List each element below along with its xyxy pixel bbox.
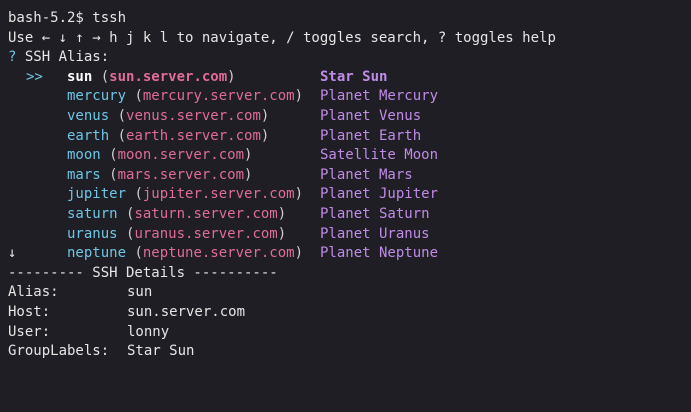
detail-key: User: [8, 323, 51, 340]
host-alias-name: jupiter [67, 186, 127, 203]
paren-close: ) [277, 225, 287, 242]
scroll-down-arrow-icon: ↓ [8, 245, 17, 262]
host-address: sun.server.com [109, 68, 228, 85]
shell-prompt-line: bash-5.2$ tssh [8, 10, 127, 26]
host-address: venus.server.com [126, 107, 261, 124]
paren-open: ( [92, 68, 110, 85]
host-alias-name: uranus [67, 225, 118, 242]
paren-open: ( [100, 166, 118, 183]
host-alias-name: saturn [67, 205, 118, 222]
host-alias-name: earth [67, 127, 110, 144]
detail-value: sun.server.com [127, 303, 246, 320]
host-group-label: Planet Venus [320, 107, 422, 124]
host-address: jupiter.server.com [142, 186, 295, 203]
host-address: saturn.server.com [134, 205, 278, 222]
host-address: moon.server.com [117, 147, 245, 164]
paren-open: ( [109, 127, 127, 144]
host-list-item[interactable]: saturn (saturn.server.com) Planet Saturn [8, 205, 691, 225]
host-address: mercury.server.com [142, 88, 295, 105]
host-address: uranus.server.com [134, 225, 278, 242]
host-list-item[interactable]: >> sun (sun.server.com) Star Sun [8, 68, 691, 88]
paren-close: ) [260, 107, 270, 124]
details-panel: Alias: sun Host: sun.server.com User: lonny Gr… [8, 283, 691, 361]
paren-close: ) [294, 186, 304, 203]
host-alias-cell: sun (sun.server.com) [67, 68, 236, 88]
host-list-item[interactable]: mercury (mercury.server.com) Planet Mercu… [8, 87, 691, 107]
detail-key: GroupLabels: [8, 343, 110, 360]
host-group-label: Planet Saturn [320, 205, 430, 222]
host-alias-cell: jupiter (jupiter.server.com) [67, 185, 303, 205]
host-list-item[interactable]: earth (earth.server.com) Planet Earth [8, 127, 691, 147]
detail-value: Star Sun [127, 343, 195, 360]
detail-key: Host: [8, 303, 51, 320]
host-group-label: Star Sun [320, 68, 388, 85]
terminal-window[interactable]: bash-5.2$ tssh Use ← ↓ ↑ → h j k l to na… [0, 0, 691, 412]
paren-open: ( [126, 245, 143, 262]
host-list-item[interactable]: jupiter (jupiter.server.com) Planet Jupit… [8, 185, 691, 205]
detail-row: User: lonny [8, 323, 691, 343]
paren-close: ) [260, 127, 270, 144]
host-group-label: Planet Jupiter [320, 186, 439, 203]
host-group-label: Planet Earth [320, 127, 422, 144]
paren-close: ) [294, 245, 304, 262]
paren-open: ( [117, 205, 135, 222]
host-alias-cell: moon (moon.server.com) [67, 146, 252, 166]
host-address: neptune.server.com [142, 245, 295, 262]
host-alias-name: moon [67, 147, 101, 164]
paren-close: ) [244, 166, 253, 183]
paren-open: ( [100, 147, 118, 164]
host-address: mars.server.com [117, 166, 245, 183]
paren-close: ) [227, 68, 236, 85]
host-group-label: Satellite Moon [320, 147, 439, 164]
paren-close: ) [244, 147, 253, 164]
host-list-item[interactable]: mars (mars.server.com) Planet Mars [8, 166, 691, 186]
paren-open: ( [109, 107, 127, 124]
host-alias-cell: mars (mars.server.com) [67, 166, 252, 186]
host-list-item[interactable]: ↓ neptune (neptune.server.com) Planet Nept… [8, 244, 691, 264]
host-alias-cell: uranus (uranus.server.com) [67, 225, 286, 245]
selection-cursor-icon: >> [26, 68, 43, 85]
question-mark-icon: ? [8, 49, 17, 66]
host-alias-cell: venus (venus.server.com) [67, 107, 269, 127]
host-list-item[interactable]: moon (moon.server.com) Satellite Moon [8, 146, 691, 166]
host-alias-cell: neptune (neptune.server.com) [67, 244, 303, 264]
host-group-label: Planet Mercury [320, 88, 439, 105]
host-list-item[interactable]: uranus (uranus.server.com) Planet Uranus [8, 225, 691, 245]
host-group-label: Planet Neptune [320, 245, 439, 262]
host-list[interactable]: >> sun (sun.server.com) Star Sun mercury (m… [8, 68, 691, 264]
host-group-label: Planet Mars [320, 166, 413, 183]
details-header: --------- SSH Details ---------- [8, 264, 278, 281]
host-alias-name: mars [67, 166, 101, 183]
alias-prompt-label: SSH Alias: [24, 49, 110, 66]
alias-prompt: ? SSH Alias: [8, 48, 691, 68]
host-address: earth.server.com [126, 127, 261, 144]
host-list-item[interactable]: venus (venus.server.com) Planet Venus [8, 107, 691, 127]
detail-row: GroupLabels: Star Sun [8, 342, 691, 362]
host-alias-cell: earth (earth.server.com) [67, 127, 269, 147]
paren-close: ) [294, 88, 304, 105]
host-alias-name: neptune [67, 245, 127, 262]
detail-value: lonny [127, 323, 170, 340]
detail-key: Alias: [8, 284, 59, 301]
paren-close: ) [277, 205, 287, 222]
detail-row: Alias: sun [8, 283, 691, 303]
paren-open: ( [126, 88, 143, 105]
detail-value: sun [127, 284, 153, 301]
host-alias-name: mercury [67, 88, 127, 105]
paren-open: ( [117, 225, 135, 242]
host-alias-cell: saturn (saturn.server.com) [67, 205, 286, 225]
host-alias-name: venus [67, 107, 110, 124]
paren-open: ( [126, 186, 143, 203]
help-text: Use ← ↓ ↑ → h j k l to navigate, / toggl… [8, 29, 556, 46]
host-group-label: Planet Uranus [320, 225, 430, 242]
detail-row: Host: sun.server.com [8, 303, 691, 323]
host-alias-cell: mercury (mercury.server.com) [67, 87, 303, 107]
host-alias-name: sun [67, 68, 93, 85]
